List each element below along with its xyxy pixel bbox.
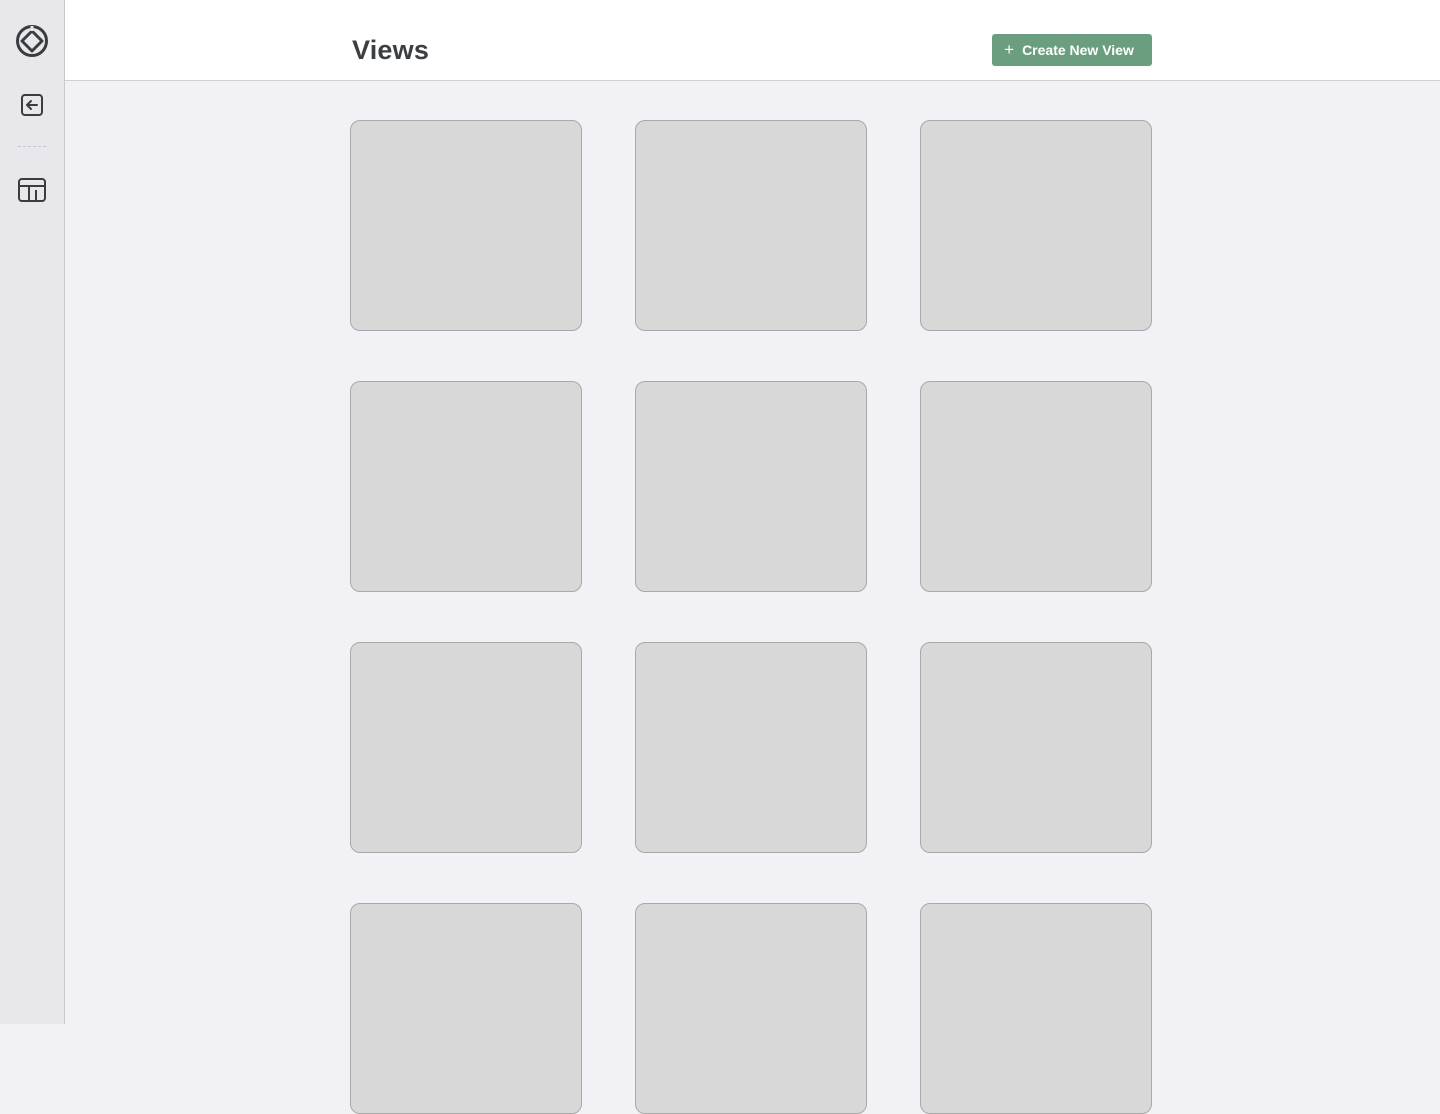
views-grid bbox=[350, 120, 1153, 1114]
view-card-placeholder[interactable] bbox=[920, 642, 1152, 853]
view-card-placeholder[interactable] bbox=[920, 381, 1152, 592]
view-card-placeholder[interactable] bbox=[635, 381, 867, 592]
view-card-placeholder[interactable] bbox=[635, 120, 867, 331]
plus-icon: + bbox=[1004, 39, 1015, 59]
create-new-view-label: Create New View bbox=[1022, 42, 1134, 58]
logo-icon[interactable] bbox=[16, 25, 48, 57]
view-card-placeholder[interactable] bbox=[350, 381, 582, 592]
view-card-placeholder[interactable] bbox=[635, 642, 867, 853]
view-card-placeholder[interactable] bbox=[350, 120, 582, 331]
view-card-placeholder[interactable] bbox=[350, 642, 582, 853]
views-icon[interactable] bbox=[16, 174, 48, 206]
page-title: Views bbox=[352, 35, 430, 65]
sidebar bbox=[0, 0, 65, 1024]
back-arrow-icon[interactable] bbox=[16, 89, 48, 121]
create-new-view-button[interactable]: + Create New View bbox=[992, 34, 1152, 66]
top-bar: Views + Create New View bbox=[65, 0, 1440, 81]
view-card-placeholder[interactable] bbox=[920, 903, 1152, 1114]
sidebar-divider bbox=[18, 146, 46, 147]
view-card-placeholder[interactable] bbox=[635, 903, 867, 1114]
view-card-placeholder[interactable] bbox=[920, 120, 1152, 331]
view-card-placeholder[interactable] bbox=[350, 903, 582, 1114]
